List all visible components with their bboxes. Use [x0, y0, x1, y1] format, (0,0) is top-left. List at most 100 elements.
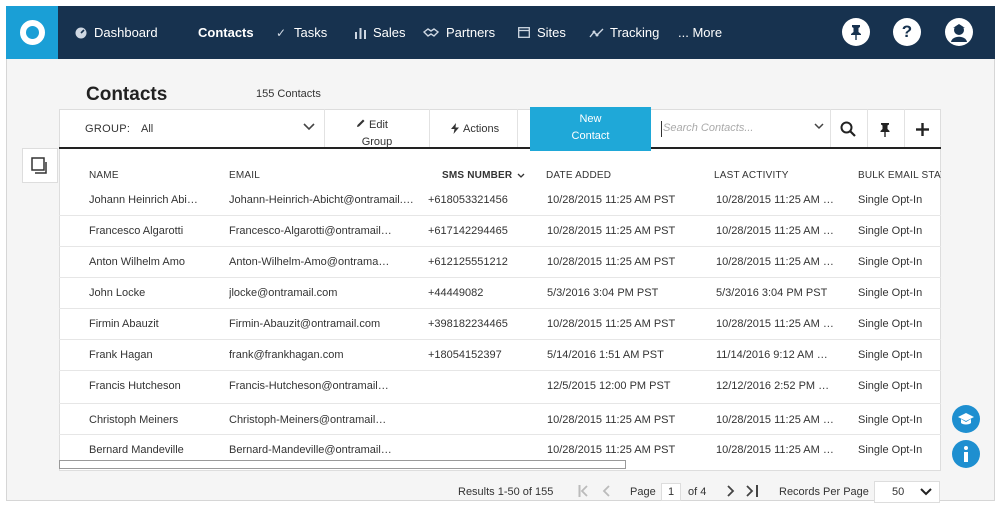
column-header-label: SMS NUMBER: [442, 170, 513, 181]
cell-sms: +18054152397: [428, 349, 502, 361]
cell-date-added: 10/28/2015 11:25 AM PST: [547, 414, 676, 426]
edit-group-label: Group: [361, 136, 393, 148]
cell-name: Firmin Abauzit: [89, 318, 159, 330]
cell-name: Anton Wilhelm Amo: [89, 256, 185, 268]
table-row[interactable]: Christoph Meiners Christoph-Meiners@ontr…: [59, 404, 941, 435]
nav-item-more[interactable]: ... More: [678, 6, 722, 59]
window-icon: [517, 26, 531, 40]
edit-group-label: Edit: [369, 119, 388, 131]
prev-page-icon[interactable]: [602, 484, 611, 500]
info-icon: [964, 446, 968, 462]
cell-name: Christoph Meiners: [89, 414, 179, 426]
last-page-icon[interactable]: [745, 484, 759, 500]
chevron-down-icon[interactable]: [303, 120, 315, 134]
cell-name: John Locke: [89, 287, 146, 299]
actions-label: Actions: [463, 123, 500, 135]
cell-last-activity: 5/3/2016 3:04 PM PST: [716, 287, 828, 299]
pager-next-last: [726, 482, 759, 502]
nav-item-sites[interactable]: Sites: [517, 6, 566, 59]
table-row[interactable]: Francesco Algarotti Francesco-Algarotti@…: [59, 216, 941, 247]
nav-item-tasks[interactable]: ✓ Tasks: [274, 6, 327, 59]
cell-sms: +612125551212: [428, 256, 508, 268]
group-label: GROUP:: [85, 123, 131, 135]
dashboard-icon: [74, 26, 88, 40]
column-header-bulk-email-status[interactable]: BULK EMAIL STAT: [858, 170, 941, 181]
nav-label: Dashboard: [94, 25, 158, 40]
cell-email: frank@frankhagan.com: [229, 349, 344, 361]
table-row[interactable]: Firmin Abauzit Firmin-Abauzit@ontramail.…: [59, 309, 941, 340]
toolbar-divider: [429, 109, 430, 147]
records-per-page-select[interactable]: 50: [874, 481, 940, 503]
user-avatar[interactable]: [945, 18, 973, 46]
search-dropdown-chevron-icon[interactable]: [814, 121, 824, 133]
column-header-email[interactable]: EMAIL: [229, 170, 260, 181]
records-per-page-value: 50: [892, 486, 905, 498]
avatar-icon: [951, 24, 967, 42]
help-button[interactable]: ?: [893, 18, 921, 46]
column-header-date-added[interactable]: DATE ADDED: [546, 170, 611, 181]
page-number-input[interactable]: 1: [661, 483, 681, 501]
chevron-down-icon: [920, 488, 932, 496]
group-select[interactable]: All: [141, 123, 153, 135]
toolbar-divider: [324, 109, 325, 147]
cell-bulk-email: Single Opt-In: [858, 194, 923, 206]
table-row[interactable]: John Locke jlocke@ontramail.com +4444908…: [59, 278, 941, 309]
handshake-icon: [422, 26, 440, 40]
cell-last-activity: 10/28/2015 11:25 AM …: [716, 225, 834, 237]
pin-icon: [880, 122, 890, 137]
nav-item-partners[interactable]: Partners: [422, 6, 495, 59]
pin-nav-button[interactable]: [842, 18, 870, 46]
add-button[interactable]: [912, 119, 932, 139]
table-row[interactable]: Francis Hutcheson Francis-Hutcheson@ontr…: [59, 371, 941, 404]
nav-label: Tasks: [294, 25, 328, 40]
cell-bulk-email: Single Opt-In: [858, 318, 923, 330]
pin-button[interactable]: [875, 119, 895, 139]
table-row[interactable]: Johann Heinrich Abi… Johann-Heinrich-Abi…: [59, 185, 941, 216]
results-count: Results 1-50 of 155: [458, 486, 554, 498]
cell-date-added: 10/28/2015 11:25 AM PST: [547, 194, 676, 206]
cell-last-activity: 10/28/2015 11:25 AM …: [716, 194, 834, 206]
cell-email: Anton-Wilhelm-Amo@ontrama…: [229, 256, 390, 268]
nav-item-sales[interactable]: Sales: [353, 6, 406, 59]
cell-email: jlocke@ontramail.com: [229, 287, 338, 299]
cell-date-added: 10/28/2015 11:25 AM PST: [547, 318, 676, 330]
table-row[interactable]: Frank Hagan frank@frankhagan.com +180541…: [59, 340, 941, 371]
check-icon: ✓: [275, 25, 287, 40]
search-input[interactable]: Search Contacts...: [663, 122, 813, 134]
column-header-name[interactable]: NAME: [89, 170, 119, 181]
column-header-last-activity[interactable]: LAST ACTIVITY: [714, 170, 789, 181]
toolbar-divider: [867, 109, 868, 147]
column-header-sms-number[interactable]: SMS NUMBER: [442, 170, 525, 181]
page-total: of 4: [688, 486, 707, 498]
nav-label: ... More: [678, 25, 723, 40]
new-contact-label: New: [579, 113, 602, 125]
cell-date-added: 5/3/2016 3:04 PM PST: [547, 287, 659, 299]
actions-button[interactable]: Actions: [451, 123, 499, 137]
first-page-icon[interactable]: [578, 484, 592, 500]
nav-label: Partners: [446, 25, 496, 40]
side-panel-toggle[interactable]: [22, 148, 58, 183]
cell-email: Johann-Heinrich-Abicht@ontramail.…: [229, 194, 414, 206]
new-contact-button[interactable]: New Contact: [530, 107, 651, 151]
cell-last-activity: 10/28/2015 11:25 AM …: [716, 444, 834, 456]
bar-chart-icon: [353, 26, 367, 40]
cell-bulk-email: Single Opt-In: [858, 225, 923, 237]
horizontal-scrollbar[interactable]: [59, 460, 626, 469]
cell-email: Firmin-Abauzit@ontramail.com: [229, 318, 381, 330]
app-logo[interactable]: [6, 6, 58, 59]
table-row[interactable]: Bernard Mandeville Bernard-Mandeville@on…: [59, 435, 941, 460]
edit-group-button[interactable]: Edit Group: [342, 117, 402, 151]
nav-item-dashboard[interactable]: Dashboard: [74, 6, 158, 59]
sort-desc-icon: [517, 173, 525, 178]
cell-bulk-email: Single Opt-In: [858, 444, 923, 456]
nav-item-contacts[interactable]: Contacts: [198, 6, 254, 59]
table-row[interactable]: Anton Wilhelm Amo Anton-Wilhelm-Amo@ontr…: [59, 247, 941, 278]
search-button[interactable]: [838, 119, 858, 139]
cell-name: Frank Hagan: [89, 349, 153, 361]
academy-button[interactable]: [952, 405, 980, 433]
logo-ring-icon: [20, 20, 45, 45]
nav-item-tracking[interactable]: Tracking: [588, 6, 659, 59]
info-button[interactable]: [952, 440, 980, 468]
next-page-icon[interactable]: [726, 484, 735, 500]
cell-sms: +617142294465: [428, 225, 508, 237]
